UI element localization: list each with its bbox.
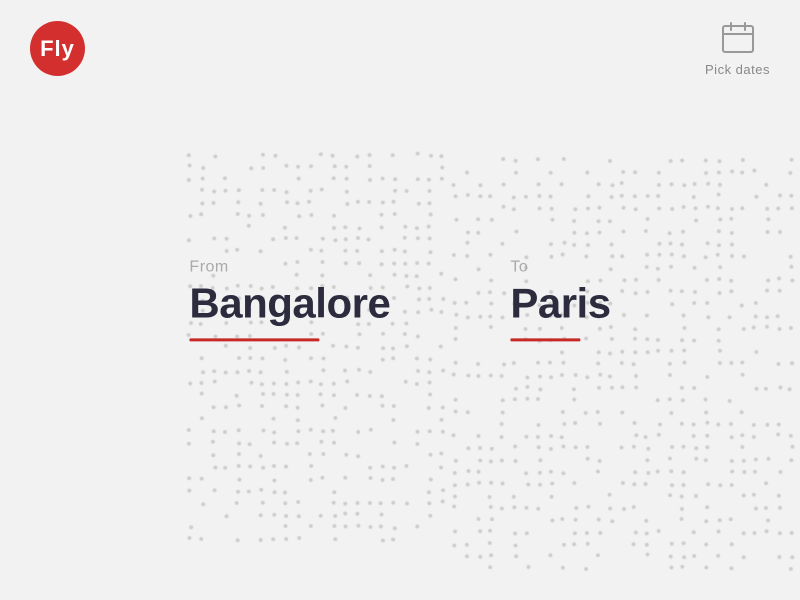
from-label: From: [189, 258, 390, 276]
flight-info: From Bangalore To Paris: [189, 258, 610, 341]
to-group: To Paris: [510, 258, 610, 341]
header: Fly Pick dates: [0, 0, 800, 97]
logo-button[interactable]: Fly: [30, 21, 85, 76]
from-underline: [189, 339, 319, 342]
logo-text: Fly: [40, 36, 75, 62]
calendar-label: Pick dates: [705, 62, 770, 77]
to-label: To: [510, 258, 610, 276]
to-city[interactable]: Paris: [510, 280, 610, 326]
calendar-icon: [720, 20, 756, 56]
pick-dates-button[interactable]: Pick dates: [705, 20, 770, 77]
to-underline: [510, 339, 580, 342]
from-city[interactable]: Bangalore: [189, 280, 390, 326]
from-group: From Bangalore: [189, 258, 390, 341]
